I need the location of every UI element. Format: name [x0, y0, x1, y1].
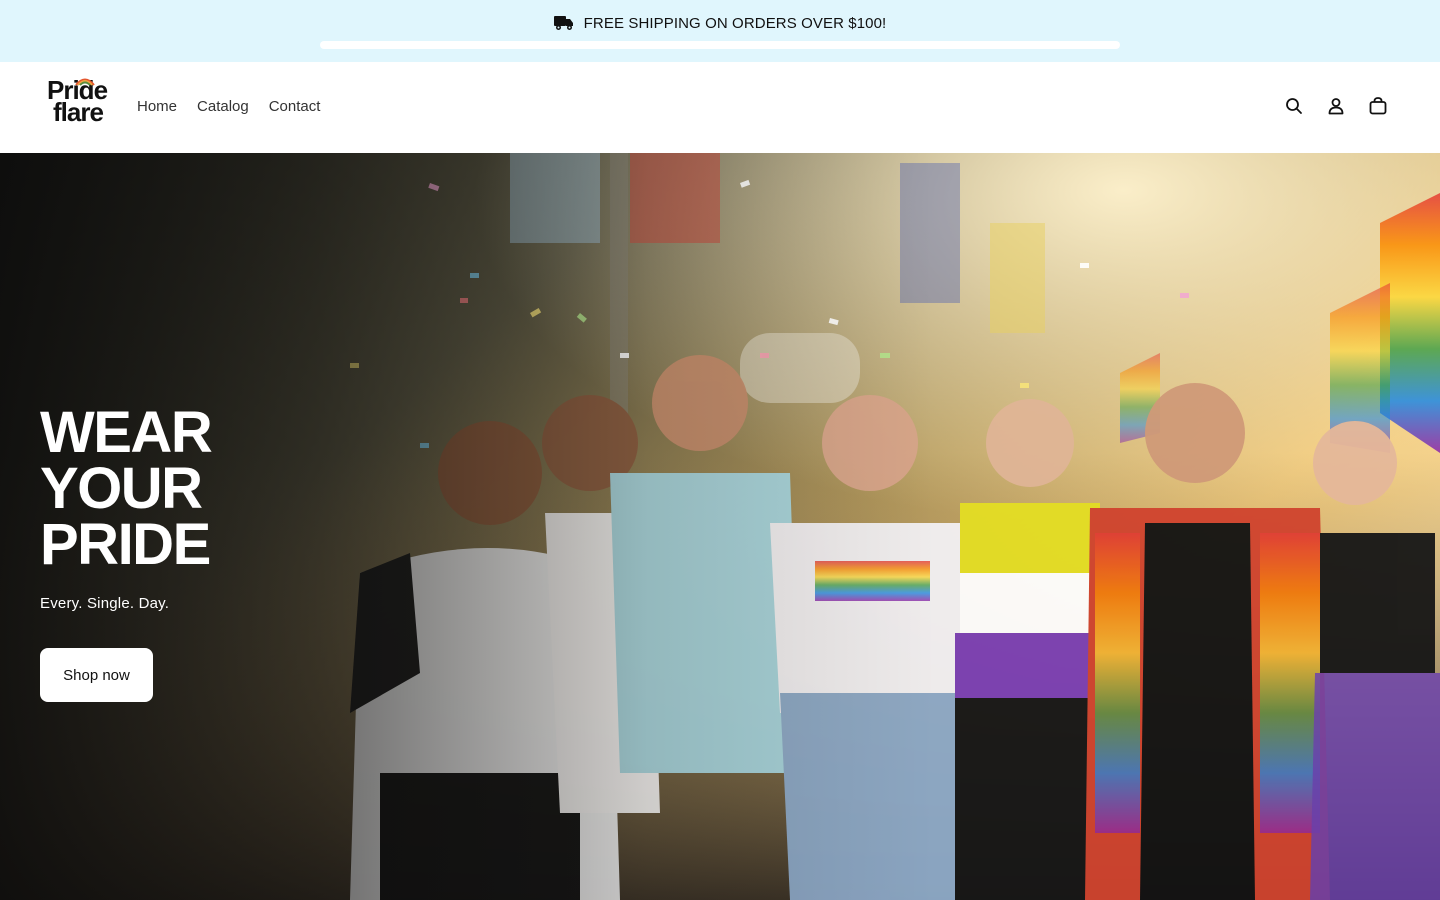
- site-header: Pride flare Home Catalog Contact: [0, 62, 1440, 153]
- shop-now-button[interactable]: Shop now: [40, 648, 153, 702]
- hero-title-line-1: WEAR: [40, 400, 213, 465]
- announcement-text: FREE SHIPPING ON ORDERS OVER $100!: [583, 14, 887, 32]
- pride-flare-logo[interactable]: Pride flare: [47, 77, 113, 131]
- account-icon[interactable]: [1326, 96, 1346, 116]
- hero-title-line-2: YOUR: [40, 456, 203, 521]
- nav-link-home[interactable]: Home: [137, 97, 177, 117]
- hero-subtitle: Every. Single. Day.: [40, 595, 170, 612]
- hero-banner: WEAR YOUR PRIDE Every. Single. Day. Shop…: [0, 153, 1440, 900]
- rainbow-arc-icon: [75, 78, 95, 86]
- nav-link-contact[interactable]: Contact: [269, 97, 321, 117]
- search-icon[interactable]: [1284, 96, 1304, 116]
- announcement-row: FREE SHIPPING ON ORDERS OVER $100!: [0, 12, 1440, 34]
- nav-link-catalog[interactable]: Catalog: [197, 97, 249, 117]
- header-icons: [1284, 96, 1388, 116]
- truck-icon: [553, 15, 574, 31]
- free-shipping-progress: [320, 41, 1120, 49]
- announcement-bar: FREE SHIPPING ON ORDERS OVER $100!: [0, 0, 1440, 62]
- cart-icon[interactable]: [1368, 96, 1388, 116]
- hero-content: WEAR YOUR PRIDE Every. Single. Day. Shop…: [40, 400, 440, 702]
- hero-title: WEAR YOUR PRIDE: [40, 400, 440, 577]
- hero-title-line-3: PRIDE: [40, 512, 211, 577]
- main-nav: Home Catalog Contact: [137, 97, 320, 117]
